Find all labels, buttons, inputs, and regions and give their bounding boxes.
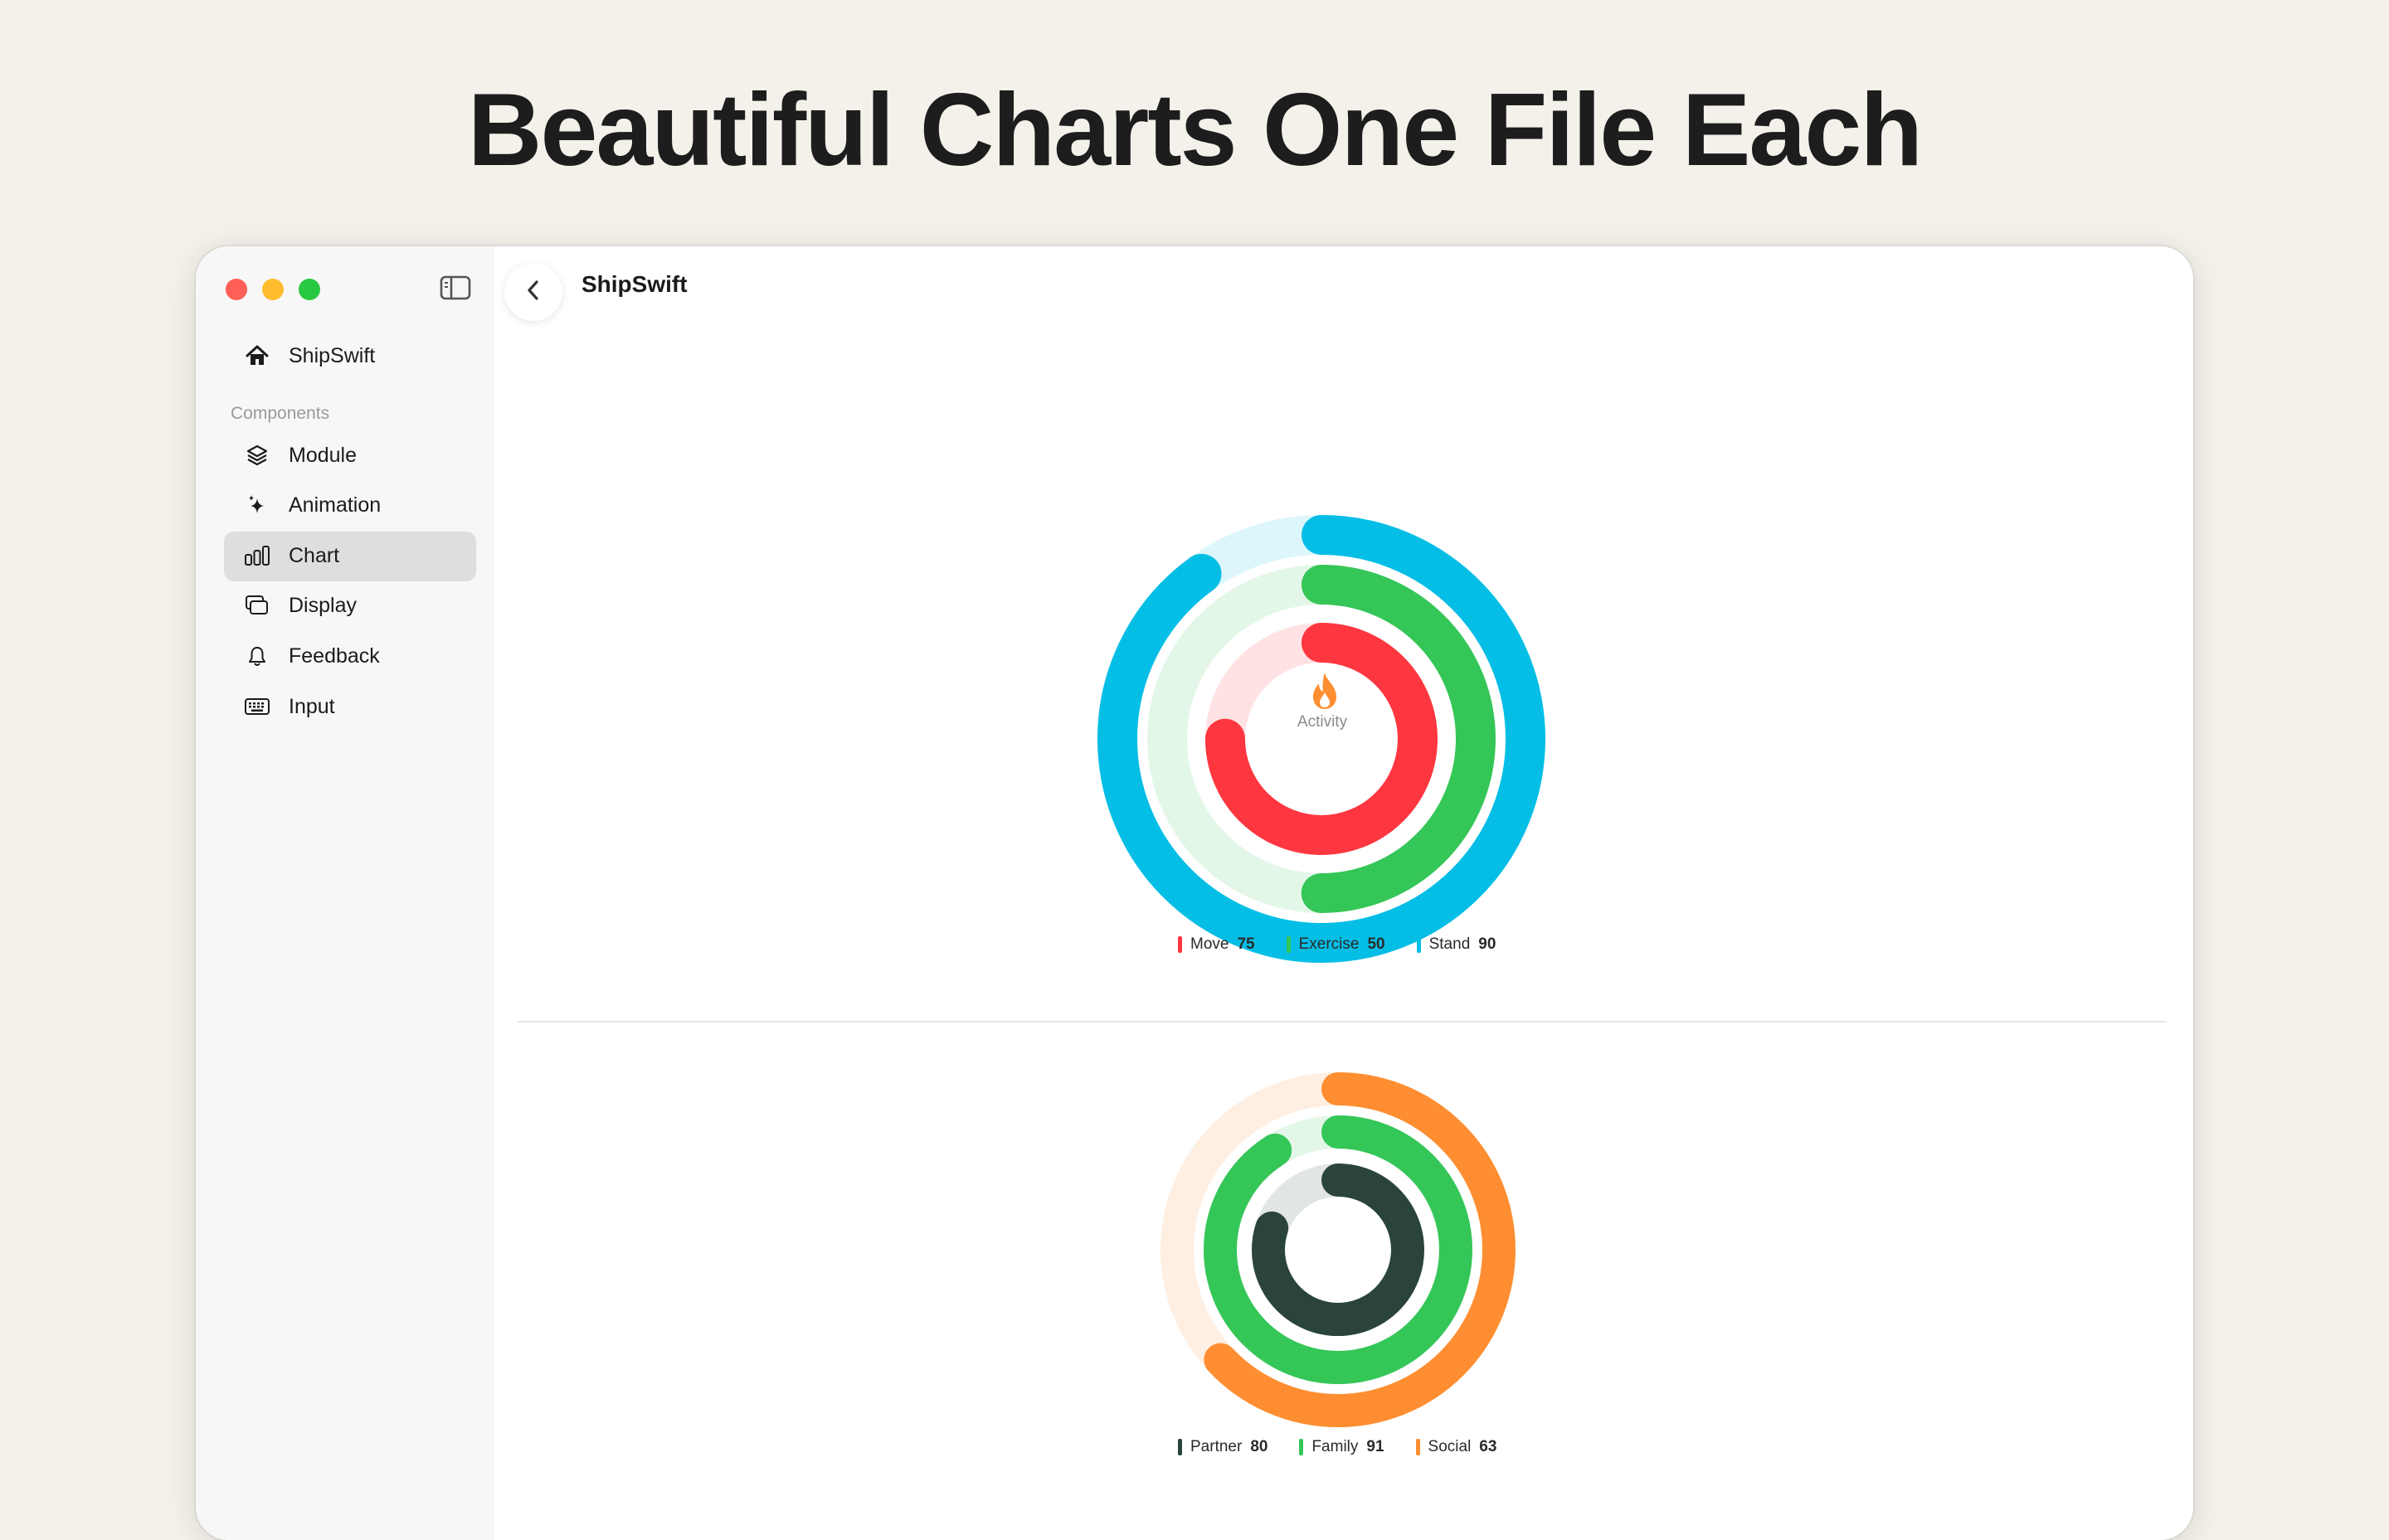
- sidebar-item-label: Input: [289, 694, 335, 718]
- sidebar-item-display[interactable]: Display: [224, 581, 473, 629]
- flame-icon: [1308, 671, 1341, 715]
- legend-swatch: [1299, 1439, 1304, 1455]
- activity-ring-chart: [1160, 1072, 1516, 1427]
- legend-swatch: [1286, 936, 1291, 953]
- hero-title: Beautiful Charts One File Each: [467, 73, 1923, 187]
- sidebar: ShipSwift Components Module Animation Ch…: [196, 246, 494, 1540]
- legend-item-partner: Partner 80: [1178, 1438, 1267, 1456]
- sidebar-item-label: Chart: [289, 543, 340, 567]
- chart-legend: Partner 80 Family 91 Social 63: [1178, 1438, 1528, 1456]
- chart-icon: [241, 539, 274, 572]
- legend-value: 75: [1237, 935, 1255, 953]
- layers-icon: [241, 439, 274, 472]
- legend-label: Move: [1190, 935, 1229, 953]
- display-icon: [241, 589, 274, 622]
- legend-swatch: [1415, 1439, 1420, 1455]
- app-window: ShipSwift Components Module Animation Ch…: [196, 246, 2193, 1540]
- page-title: ShipSwift: [581, 271, 688, 297]
- section-divider: [518, 1021, 2167, 1023]
- legend-label: Exercise: [1298, 935, 1360, 953]
- legend-item-move: Move 75: [1178, 935, 1255, 954]
- legend-swatch: [1178, 936, 1182, 953]
- legend-value: 80: [1250, 1438, 1268, 1455]
- legend-label: Stand: [1428, 935, 1471, 953]
- sidebar-item-animation[interactable]: Animation: [224, 481, 473, 529]
- legend-value: 50: [1367, 935, 1385, 953]
- zoom-window-button[interactable]: [299, 279, 320, 300]
- activity-ring-chart: [1097, 515, 1545, 963]
- chart-legend: Move 75 Exercise 50 Stand 90: [1178, 935, 1527, 954]
- sidebar-item-label: Module: [289, 443, 357, 467]
- close-window-button[interactable]: [226, 279, 247, 300]
- home-icon: [241, 339, 274, 372]
- sidebar-item-label: Feedback: [289, 644, 380, 668]
- sidebar-home-label: ShipSwift: [289, 343, 376, 367]
- legend-value: 91: [1366, 1438, 1384, 1455]
- legend-item-family: Family 91: [1299, 1438, 1384, 1456]
- sidebar-item-label: Display: [289, 593, 357, 617]
- sidebar-item-feedback[interactable]: Feedback: [224, 632, 473, 680]
- legend-item-social: Social 63: [1415, 1438, 1497, 1456]
- bell-icon: [241, 639, 274, 673]
- legend-label: Social: [1428, 1438, 1472, 1455]
- legend-swatch: [1178, 1439, 1182, 1455]
- legend-value: 63: [1479, 1438, 1497, 1455]
- chevron-left-icon: [523, 278, 543, 307]
- sidebar-item-module[interactable]: Module: [224, 431, 473, 479]
- legend-swatch: [1416, 936, 1421, 953]
- chart-center-label: Activity: [1297, 713, 1348, 731]
- sparkles-icon: [241, 488, 274, 522]
- legend-item-exercise: Exercise 50: [1286, 935, 1385, 954]
- sidebar-home[interactable]: ShipSwift: [224, 332, 473, 380]
- sidebar-item-input[interactable]: Input: [224, 683, 473, 731]
- legend-value: 90: [1478, 935, 1496, 953]
- minimize-window-button[interactable]: [262, 279, 284, 300]
- legend-item-stand: Stand 90: [1416, 935, 1496, 954]
- keyboard-icon: [241, 690, 274, 723]
- back-button[interactable]: [504, 263, 562, 321]
- sidebar-section-label: Components: [231, 404, 330, 423]
- legend-label: Partner: [1190, 1438, 1243, 1455]
- sidebar-item-label: Animation: [289, 493, 382, 517]
- legend-label: Family: [1311, 1438, 1359, 1455]
- sidebar-toggle-icon[interactable]: [440, 274, 473, 301]
- sidebar-item-chart[interactable]: Chart: [224, 532, 473, 580]
